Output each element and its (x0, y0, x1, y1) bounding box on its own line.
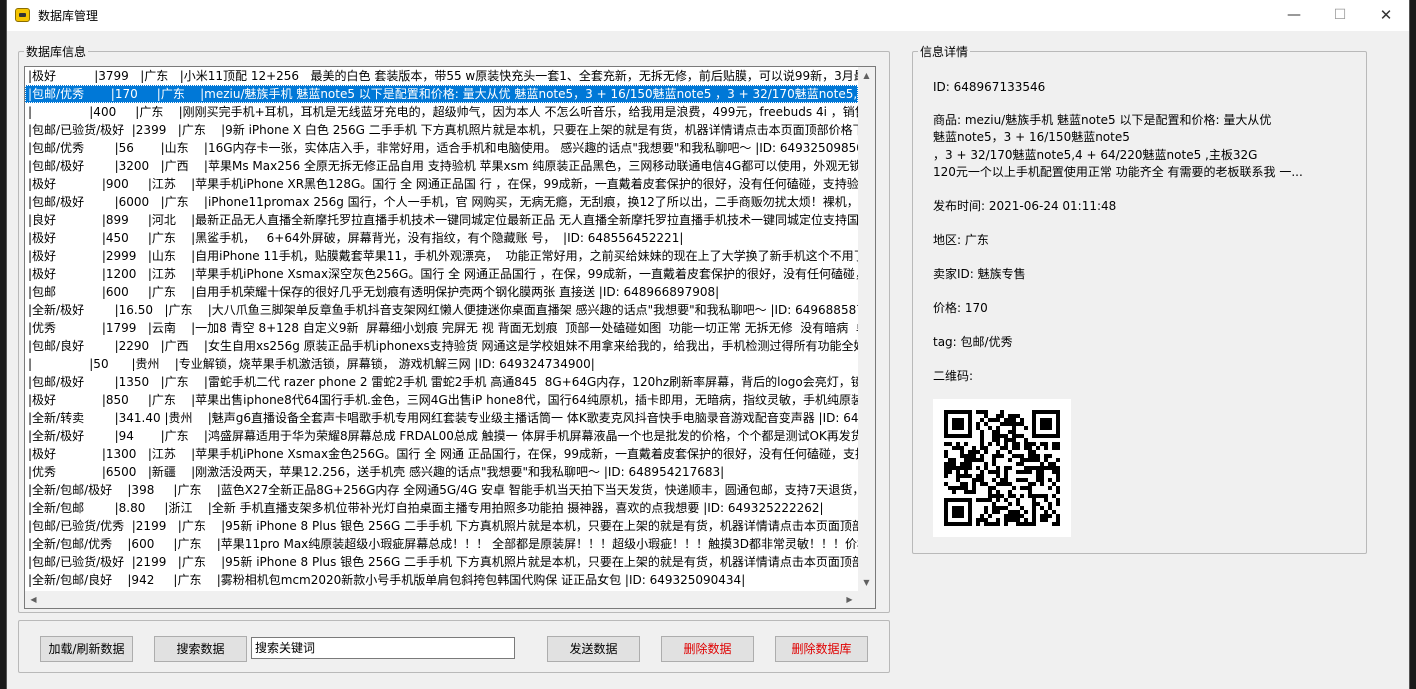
detail-region: 地区: 广东 (933, 233, 989, 247)
detail-product-line-3: ，3 + 32/170魅蓝note5,4 + 64/220魅蓝note5 ,主板… (933, 148, 1258, 162)
db-info-legend: 数据库信息 (26, 45, 87, 59)
app-icon (15, 8, 30, 22)
list-item[interactable]: |包邮/已验货/极好 |2399 |广东 |9新 iPhone X 白色 256… (25, 121, 858, 139)
list-item[interactable]: |极好 |1300 |江苏 |苹果手机iPhone Xsmax金色256G。国行… (25, 445, 858, 463)
list-item[interactable]: |包邮/极好 |3200 |广西 |苹果Ms Max256 全原无拆无修正品自用… (25, 157, 858, 175)
list-item[interactable]: |全新/转卖 |341.40 |贵州 |魅声g6直播设备全套声卡唱歌手机专用网红… (25, 409, 858, 427)
detail-qr-label: 二维码: (933, 369, 974, 383)
scroll-corner (858, 591, 875, 608)
send-button[interactable]: 发送数据 (547, 636, 640, 662)
scroll-down-icon[interactable]: ▼ (858, 574, 875, 591)
detail-tag: tag: 包邮/优秀 (933, 335, 1013, 349)
detail-product-line-1: 商品: meziu/魅族手机 魅蓝note5 以下是配置和价格: 量大从优 (933, 113, 1272, 127)
detail-price: 价格: 170 (933, 301, 988, 315)
title-bar: 数据库管理 — ☐ ✕ (7, 0, 1409, 31)
list-item[interactable]: |优秀 |6500 |新疆 |刚激活没两天，苹果12.256，送手机壳 感兴趣的… (25, 463, 858, 481)
scroll-up-icon[interactable]: ▲ (858, 67, 875, 84)
list-item[interactable]: | |50 |贵州 |专业解锁，烧苹果手机激活锁，屏幕锁， 游戏机解三网 |ID… (25, 355, 858, 373)
search-button[interactable]: 搜索数据 (154, 636, 247, 662)
list-item[interactable]: |包邮/优秀 |170 |广东 |meziu/魅族手机 魅蓝note5 以下是配… (25, 85, 858, 103)
list-item[interactable]: |全新/极好 |94 |广东 |鸿盛屏幕适用于华为荣耀8屏幕总成 FRDAL00… (25, 427, 858, 445)
list-item[interactable]: |全新/包邮/极好 |398 |广东 |蓝色X27全新正品8G+256G内存 全… (25, 481, 858, 499)
list-item[interactable]: |全新/包邮 |8.80 |浙江 |全新 手机直播支架多机位带补光灯自拍桌面主播… (25, 499, 858, 517)
minimize-button[interactable]: — (1271, 0, 1317, 31)
list-item[interactable]: |极好 |850 |广东 |苹果出售iphone8代64国行手机.金色，三网4G… (25, 391, 858, 409)
load-refresh-button[interactable]: 加载/刷新数据 (40, 636, 133, 662)
list-item[interactable]: | |400 |广东 |刚刚买完手机+耳机，耳机是无线蓝牙充电的，超级帅气，因为… (25, 103, 858, 121)
record-list[interactable]: |极好 |3799 |广东 |小米11顶配 12+256 最美的白色 套装版本，… (24, 66, 876, 609)
detail-product-line-2: 魅蓝note5，3 + 16/150魅蓝note5 (933, 130, 1130, 144)
list-item[interactable]: |极好 |3799 |广东 |小米11顶配 12+256 最美的白色 套装版本，… (25, 67, 858, 85)
list-item[interactable]: |全新/包邮/良好 |942 |广东 |雾粉相机包mcm2020新款小号手机版单… (25, 571, 858, 589)
detail-id: ID: 648967133546 (933, 80, 1046, 94)
scroll-right-icon[interactable]: ▶ (841, 591, 858, 608)
list-item[interactable]: |包邮/良好 |2290 |广西 |女生自用xs256g 原装正品手机iphon… (25, 337, 858, 355)
list-item[interactable]: |包邮/已验货/优秀 |2199 |广东 |95新 iPhone 8 Plus … (25, 517, 858, 535)
qr-code-graphic (944, 410, 1060, 526)
vertical-scrollbar[interactable]: ▲ ▼ (858, 67, 875, 591)
maximize-button[interactable]: ☐ (1317, 0, 1363, 31)
list-item[interactable]: |全新/极好 |16.50 |广东 |大八爪鱼三脚架单反章鱼手机抖音支架网红懒人… (25, 301, 858, 319)
list-item[interactable]: |包邮/优秀 |56 |山东 |16G内存卡一张，实体店入手，非常好用，适合手机… (25, 139, 858, 157)
record-list-rows: |极好 |3799 |广东 |小米11顶配 12+256 最美的白色 套装版本，… (25, 67, 858, 591)
scroll-left-icon[interactable]: ◀ (25, 591, 42, 608)
detail-seller: 卖家ID: 魅族专售 (933, 267, 1026, 281)
delete-button[interactable]: 删除数据 (661, 636, 754, 662)
delete-database-button[interactable]: 删除数据库 (775, 636, 868, 662)
list-item[interactable]: |包邮/已验货/极好 |2199 |广东 |95新 iPhone 8 Plus … (25, 553, 858, 571)
qr-code-icon (933, 399, 1071, 537)
list-item[interactable]: |包邮 |600 |广东 |自用手机荣耀十保存的很好几乎无划痕有透明保护壳两个钢… (25, 283, 858, 301)
detail-time: 发布时间: 2021-06-24 01:11:48 (933, 199, 1117, 213)
detail-product-line-4: 120元一个以上手机配置使用正常 功能齐全 有需要的老板联系我 一... (933, 165, 1303, 179)
list-item[interactable]: |极好 |900 |江苏 |苹果手机iPhone XR黑色128G。国行 全 网… (25, 175, 858, 193)
list-item[interactable]: |全新/包邮/优秀 |600 |广东 |苹果11pro Max纯原装超级小瑕疵屏… (25, 535, 858, 553)
search-input[interactable]: 搜索关键词 (251, 637, 515, 659)
window-title: 数据库管理 (38, 9, 99, 23)
detail-legend: 信息详情 (920, 45, 969, 59)
list-item[interactable]: |极好 |2999 |山东 |自用iPhone 11手机，贴膜戴套苹果11，手机… (25, 247, 858, 265)
close-button[interactable]: ✕ (1363, 0, 1409, 31)
list-item[interactable]: |优秀 |1799 |云南 |一加8 青空 8+128 自定义9新 屏幕细小划痕… (25, 319, 858, 337)
list-item[interactable]: |包邮/极好 |6000 |广东 |iPhone11promax 256g 国行… (25, 193, 858, 211)
list-item[interactable]: |极好 |1200 |江苏 |苹果手机iPhone Xsmax深空灰色256G。… (25, 265, 858, 283)
list-item[interactable]: |包邮/极好 |1350 |广东 |雷蛇手机二代 razer phone 2 雷… (25, 373, 858, 391)
list-item[interactable]: |极好 |450 |广东 |黑鲨手机， 6+64外屏破，屏幕背光，没有指纹，有个… (25, 229, 858, 247)
horizontal-scrollbar[interactable]: ◀ ▶ (25, 591, 858, 608)
list-item[interactable]: |良好 |899 |河北 |最新正品无人直播全新摩托罗拉直播手机技术一键同城定位… (25, 211, 858, 229)
